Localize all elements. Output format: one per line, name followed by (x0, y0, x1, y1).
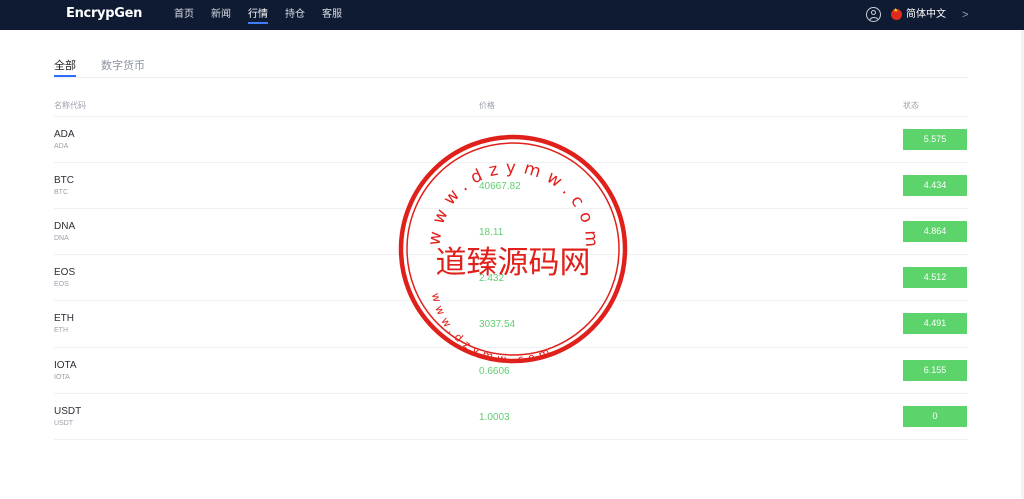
nav-news[interactable]: 新闻 (211, 0, 231, 30)
nav-support[interactable]: 客服 (322, 0, 342, 30)
language-selector[interactable]: 简体中文 (906, 0, 946, 30)
status-badge[interactable]: 4.512 (903, 267, 967, 288)
row-price: 1.0003 (479, 412, 510, 423)
row-symbol: USDT (54, 406, 82, 417)
row-symbol: ADA (54, 129, 75, 140)
column-header-price: 价格 (479, 101, 495, 110)
table-row[interactable]: BTC BTC 40667.82 4.434 (54, 162, 968, 208)
china-flag-icon[interactable] (891, 7, 902, 20)
row-symbol: ETH (54, 313, 74, 324)
user-icon[interactable] (866, 7, 881, 22)
table-row[interactable]: ETH ETH 3037.54 4.491 (54, 300, 968, 346)
row-code: ADA (54, 143, 69, 150)
row-code: BTC (54, 189, 68, 196)
status-badge[interactable]: 4.491 (903, 313, 967, 334)
row-code: EOS (54, 281, 69, 288)
row-price: 18.11 (479, 227, 504, 238)
table-bottom-border (54, 439, 968, 440)
status-badge[interactable]: 4.434 (903, 175, 967, 196)
row-code: ETH (54, 327, 68, 334)
row-symbol: EOS (54, 267, 76, 278)
top-navbar: EncrypGen 首页 新闻 行情 持仓 客服 简体中文 > (0, 0, 1024, 30)
row-price: 40667.82 (479, 181, 521, 192)
status-badge[interactable]: 4.864 (903, 221, 967, 242)
nav-market[interactable]: 行情 (248, 0, 268, 30)
table-row[interactable]: EOS EOS 2.432 4.512 (54, 254, 968, 300)
column-header-status: 状态 (903, 101, 919, 110)
market-tabs: 全部 数字货币 (54, 59, 968, 78)
row-code: USDT (54, 420, 74, 427)
column-header-name: 名称代码 (54, 101, 86, 110)
row-code: DNA (54, 235, 69, 242)
row-code: IOTA (54, 374, 70, 381)
nav-home[interactable]: 首页 (174, 0, 194, 30)
chevron-right-icon[interactable]: > (962, 0, 968, 30)
table-row[interactable]: DNA DNA 18.11 4.864 (54, 208, 968, 254)
table-row[interactable]: IOTA IOTA 0.6606 6.155 (54, 347, 968, 393)
tab-crypto[interactable]: 数字货币 (101, 59, 145, 74)
nav-positions[interactable]: 持仓 (285, 0, 305, 30)
row-price: 2.432 (479, 273, 505, 284)
tab-all[interactable]: 全部 (54, 59, 76, 77)
logo[interactable]: EncrypGen (66, 6, 142, 21)
status-badge[interactable]: 6.155 (903, 360, 967, 381)
row-symbol: BTC (54, 175, 74, 186)
table-row[interactable]: USDT USDT 1.0003 0 (54, 393, 968, 439)
status-badge[interactable]: 0 (903, 406, 967, 427)
status-badge[interactable]: 5.575 (903, 129, 967, 150)
row-symbol: DNA (54, 221, 76, 232)
table-row[interactable]: ADA ADA 5.575 (54, 116, 968, 162)
row-price: 0.6606 (479, 366, 510, 377)
row-price: 3037.54 (479, 319, 516, 330)
main-nav: 首页 新闻 行情 持仓 客服 (174, 0, 359, 30)
row-symbol: IOTA (54, 360, 77, 371)
